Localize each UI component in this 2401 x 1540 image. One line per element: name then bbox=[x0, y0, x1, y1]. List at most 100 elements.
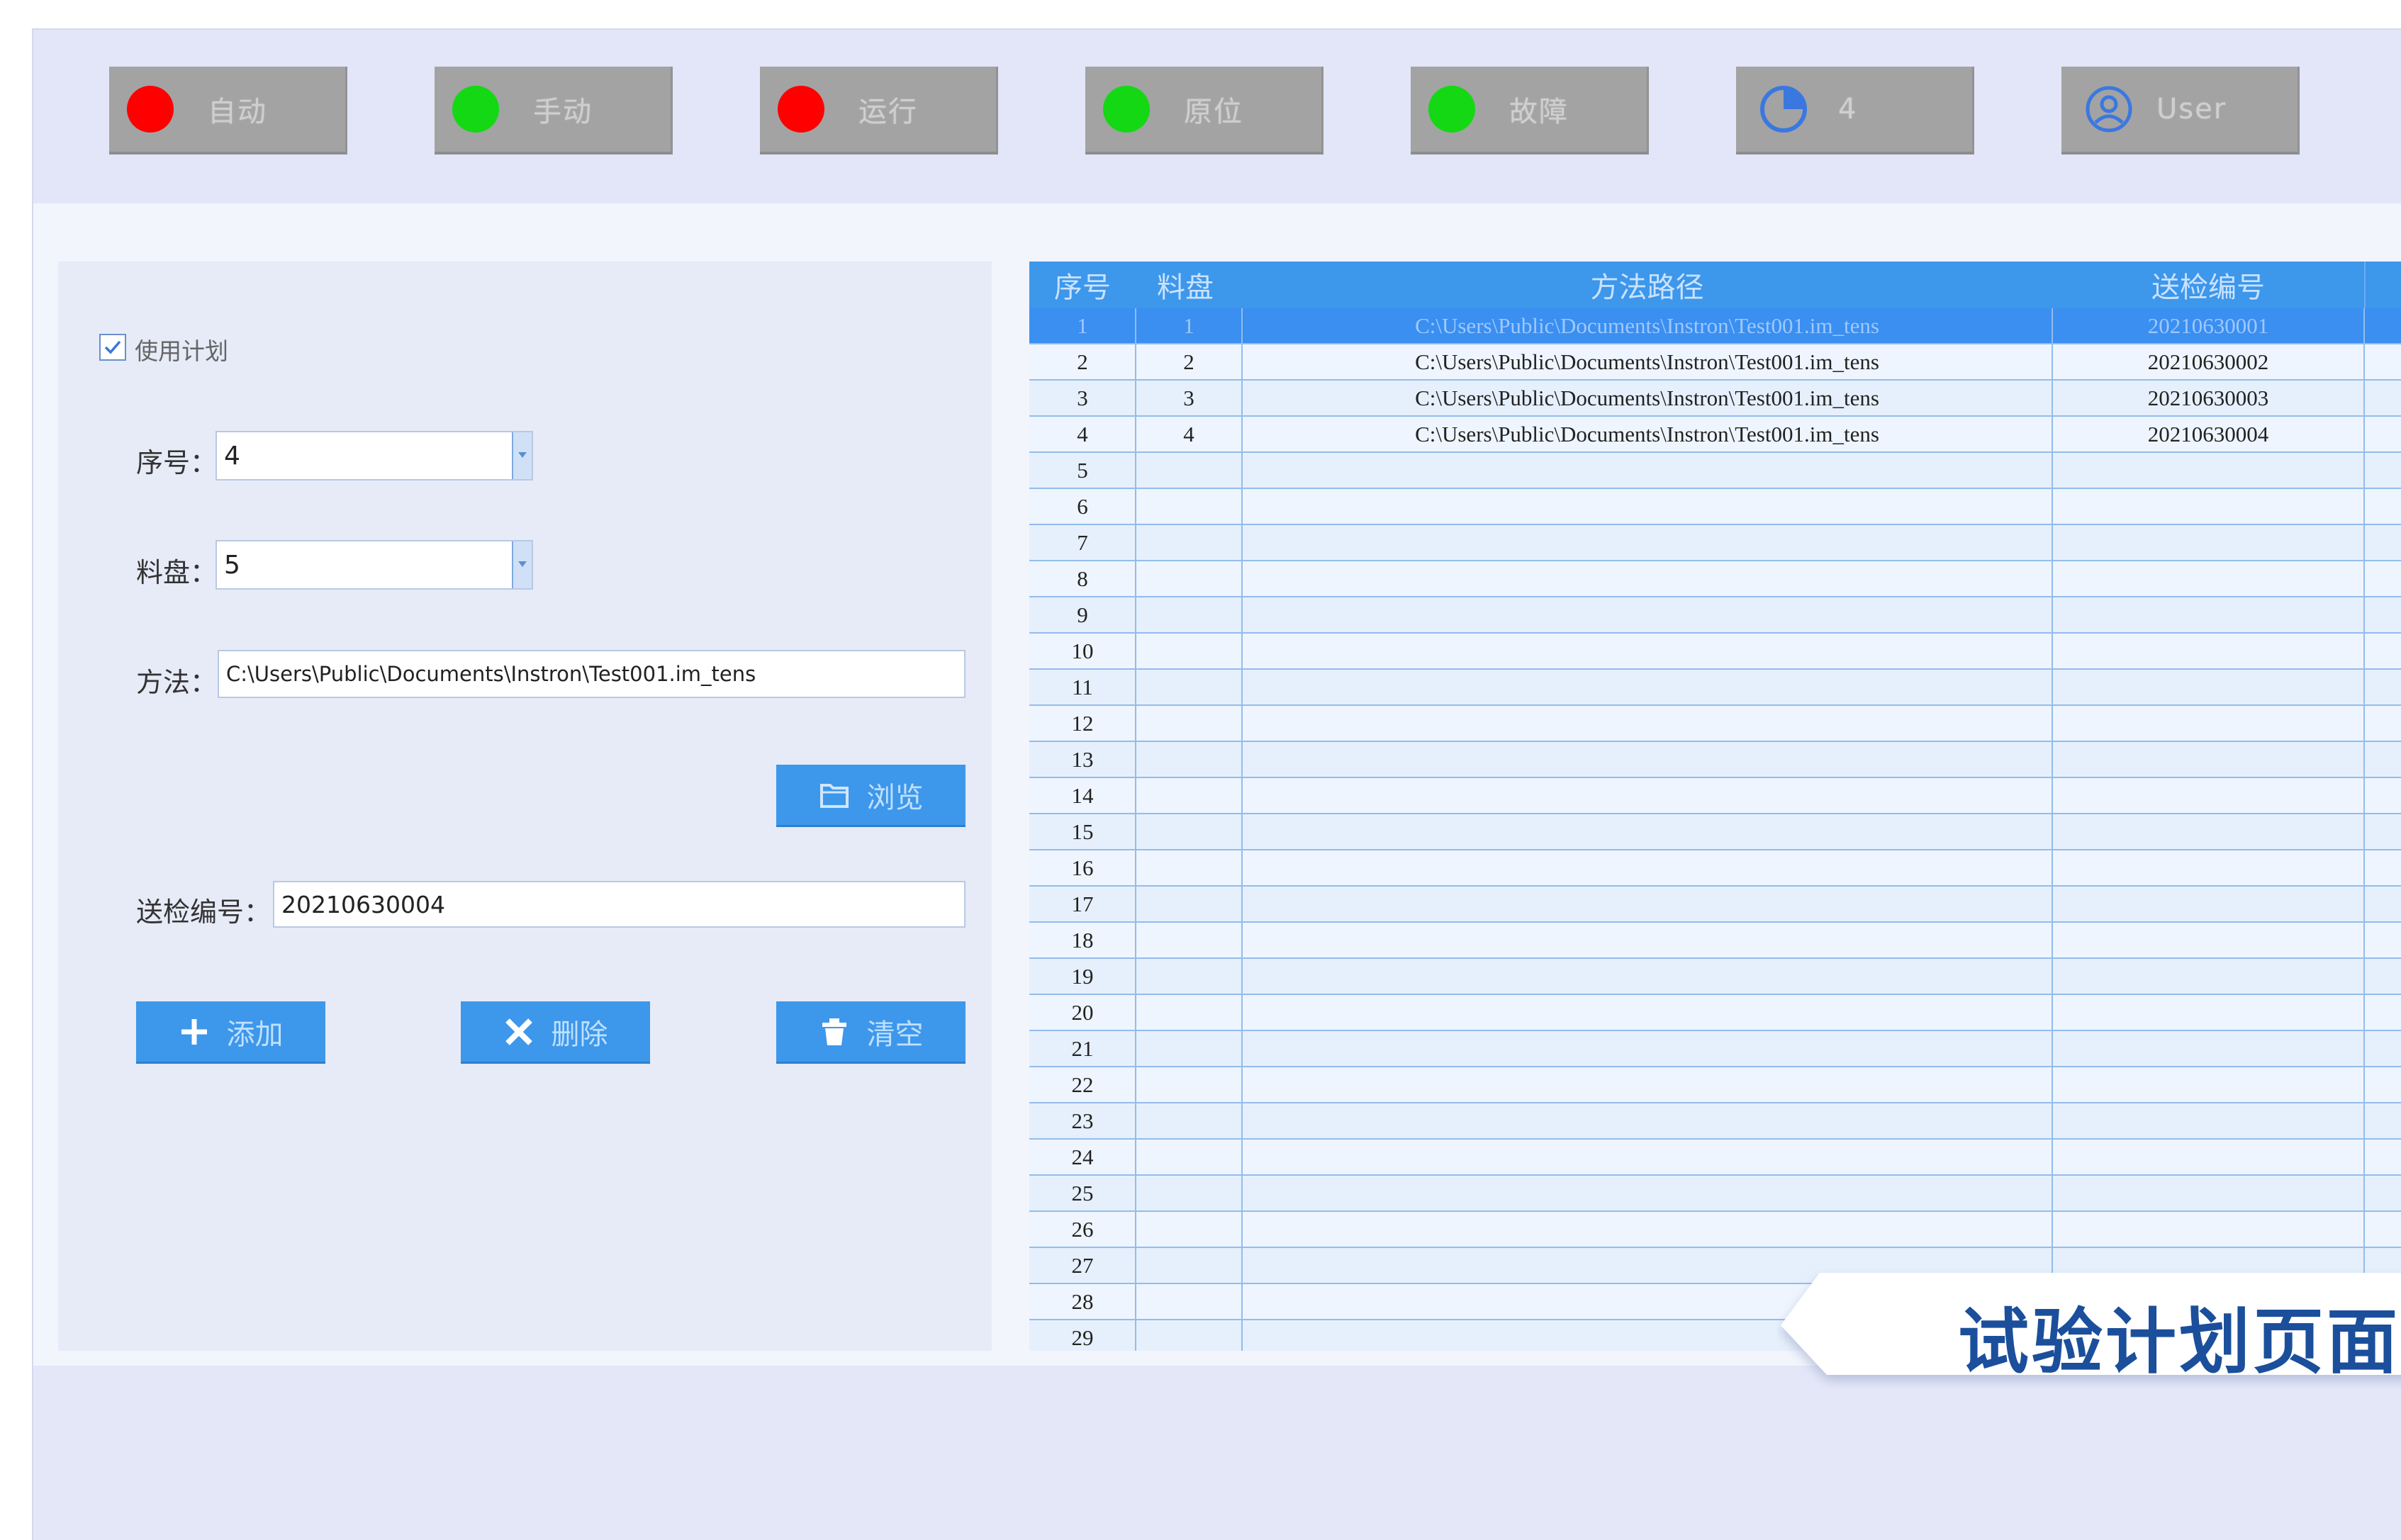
cell-sample bbox=[2052, 887, 2364, 921]
cell-tray bbox=[1136, 1320, 1242, 1351]
table-row[interactable]: 6 bbox=[1029, 489, 2401, 525]
cell-path bbox=[1242, 959, 2052, 994]
method-path-input[interactable]: C:\Users\Public\Documents\Instron\Test00… bbox=[218, 650, 966, 698]
use-plan-checkbox[interactable] bbox=[99, 334, 126, 361]
use-plan-label: 使用计划 bbox=[135, 337, 228, 365]
cell-sample bbox=[2052, 453, 2364, 488]
cell-seq: 20 bbox=[1071, 999, 1094, 1025]
cell-seq: 15 bbox=[1071, 819, 1094, 844]
tray-spin-icon[interactable] bbox=[512, 541, 532, 588]
cell-tray: 4 bbox=[1183, 421, 1194, 446]
col-header-tray[interactable]: 料盘 bbox=[1136, 262, 1242, 308]
run-label: 运行 bbox=[858, 96, 918, 128]
cell-tray: 1 bbox=[1183, 313, 1194, 338]
cell-sample bbox=[2052, 1067, 2364, 1102]
table-row[interactable]: 23 bbox=[1029, 1103, 2401, 1140]
table-row[interactable]: 3 3 C:\Users\Public\Documents\Instron\Test… bbox=[1029, 381, 2401, 417]
sample-no-input[interactable]: 20210630004 bbox=[273, 881, 966, 928]
fault-label: 故障 bbox=[1509, 96, 1569, 128]
table-row[interactable]: 20 bbox=[1029, 995, 2401, 1031]
col-header-seq[interactable]: 序号 bbox=[1029, 262, 1136, 308]
seq-label: 序号： bbox=[136, 447, 218, 478]
user-button[interactable]: User bbox=[2061, 67, 2300, 154]
table-row[interactable]: 5 bbox=[1029, 453, 2401, 489]
seq-stepper[interactable]: 4 bbox=[216, 431, 533, 480]
table-row[interactable]: 13 bbox=[1029, 742, 2401, 778]
col-divider bbox=[1135, 308, 1136, 1351]
add-button[interactable]: 添加 bbox=[136, 1001, 325, 1064]
table-row[interactable]: 25 bbox=[1029, 1176, 2401, 1212]
cell-tray bbox=[1136, 489, 1242, 524]
cell-sample: 20210630003 bbox=[2147, 385, 2269, 410]
cell-path: C:\Users\Public\Documents\Instron\Test00… bbox=[1415, 313, 1879, 338]
delete-button[interactable]: 删除 bbox=[461, 1001, 650, 1064]
table-row[interactable]: 14 bbox=[1029, 778, 2401, 814]
table-row[interactable]: 22 bbox=[1029, 1067, 2401, 1103]
col-header-path[interactable]: 方法路径 bbox=[1242, 262, 2052, 308]
cell-path bbox=[1242, 453, 2052, 488]
table-row[interactable]: 8 bbox=[1029, 561, 2401, 597]
footer-area bbox=[33, 1366, 2401, 1540]
auto-mode-button[interactable]: 自动 bbox=[109, 67, 347, 154]
cell-path bbox=[1242, 742, 2052, 777]
col-header-extra[interactable] bbox=[2364, 262, 2401, 308]
close-icon bbox=[505, 1018, 532, 1045]
table-row[interactable]: 4 4 C:\Users\Public\Documents\Instron\Test… bbox=[1029, 417, 2401, 453]
home-position-button[interactable]: 原位 bbox=[1085, 67, 1323, 154]
fault-button[interactable]: 故障 bbox=[1411, 67, 1649, 154]
table-row[interactable]: 16 bbox=[1029, 850, 2401, 887]
col-divider bbox=[1241, 308, 1243, 1351]
col-header-sample[interactable]: 送检编号 bbox=[2052, 262, 2364, 308]
table-row[interactable]: 1 1 C:\Users\Public\Documents\Instron\Test… bbox=[1029, 308, 2401, 344]
table-row[interactable]: 26 bbox=[1029, 1212, 2401, 1248]
browse-button[interactable]: 浏览 bbox=[776, 765, 966, 827]
cell-tray bbox=[1136, 525, 1242, 560]
table-row[interactable]: 24 bbox=[1029, 1140, 2401, 1176]
table-row[interactable]: 2 2 C:\Users\Public\Documents\Instron\Test… bbox=[1029, 344, 2401, 381]
cell-seq: 28 bbox=[1071, 1288, 1094, 1314]
cell-path bbox=[1242, 850, 2052, 885]
seq-spin-icon[interactable] bbox=[512, 432, 532, 479]
clear-button[interactable]: 清空 bbox=[776, 1001, 966, 1064]
manual-mode-button[interactable]: 手动 bbox=[435, 67, 673, 154]
delete-label: 删除 bbox=[551, 1018, 608, 1051]
cell-sample bbox=[2052, 778, 2364, 813]
table-row[interactable]: 18 bbox=[1029, 923, 2401, 959]
table-row[interactable]: 15 bbox=[1029, 814, 2401, 850]
tray-stepper[interactable]: 5 bbox=[216, 540, 533, 590]
cell-sample: 20210630002 bbox=[2147, 349, 2269, 374]
table-row[interactable]: 11 bbox=[1029, 670, 2401, 706]
cell-tray bbox=[1136, 634, 1242, 668]
cell-tray: 2 bbox=[1183, 349, 1194, 374]
sample-no-value: 20210630004 bbox=[281, 890, 445, 918]
cell-seq: 17 bbox=[1071, 891, 1094, 916]
cell-path bbox=[1242, 634, 2052, 668]
cell-sample bbox=[2052, 597, 2364, 632]
cell-path bbox=[1242, 995, 2052, 1030]
cell-seq: 3 bbox=[1077, 385, 1088, 410]
cell-tray: 3 bbox=[1183, 385, 1194, 410]
table-row[interactable]: 9 bbox=[1029, 597, 2401, 634]
table-row[interactable]: 17 bbox=[1029, 887, 2401, 923]
cell-path bbox=[1242, 1212, 2052, 1247]
cell-seq: 24 bbox=[1071, 1144, 1094, 1169]
auto-label: 自动 bbox=[208, 96, 267, 128]
table-row[interactable]: 10 bbox=[1029, 634, 2401, 670]
folder-icon bbox=[819, 783, 849, 808]
cell-seq: 1 bbox=[1077, 313, 1088, 338]
cell-tray bbox=[1136, 995, 1242, 1030]
cell-tray bbox=[1136, 742, 1242, 777]
cell-tray bbox=[1136, 923, 1242, 957]
run-button[interactable]: 运行 bbox=[760, 67, 998, 154]
cell-seq: 12 bbox=[1071, 710, 1094, 736]
table-row[interactable]: 12 bbox=[1029, 706, 2401, 742]
count-label: 4 bbox=[1838, 93, 1858, 125]
table-row[interactable]: 7 bbox=[1029, 525, 2401, 561]
cell-seq: 29 bbox=[1071, 1325, 1094, 1350]
table-row[interactable]: 19 bbox=[1029, 959, 2401, 995]
app-window: 自动 手动 运行 原位 故障 4 User 使用计划 序号： 4 料盘： 5 方… bbox=[32, 28, 2401, 1540]
fault-indicator-icon bbox=[1428, 86, 1475, 133]
count-button[interactable]: 4 bbox=[1736, 67, 1974, 154]
table-row[interactable]: 21 bbox=[1029, 1031, 2401, 1067]
cell-seq: 6 bbox=[1077, 493, 1088, 519]
